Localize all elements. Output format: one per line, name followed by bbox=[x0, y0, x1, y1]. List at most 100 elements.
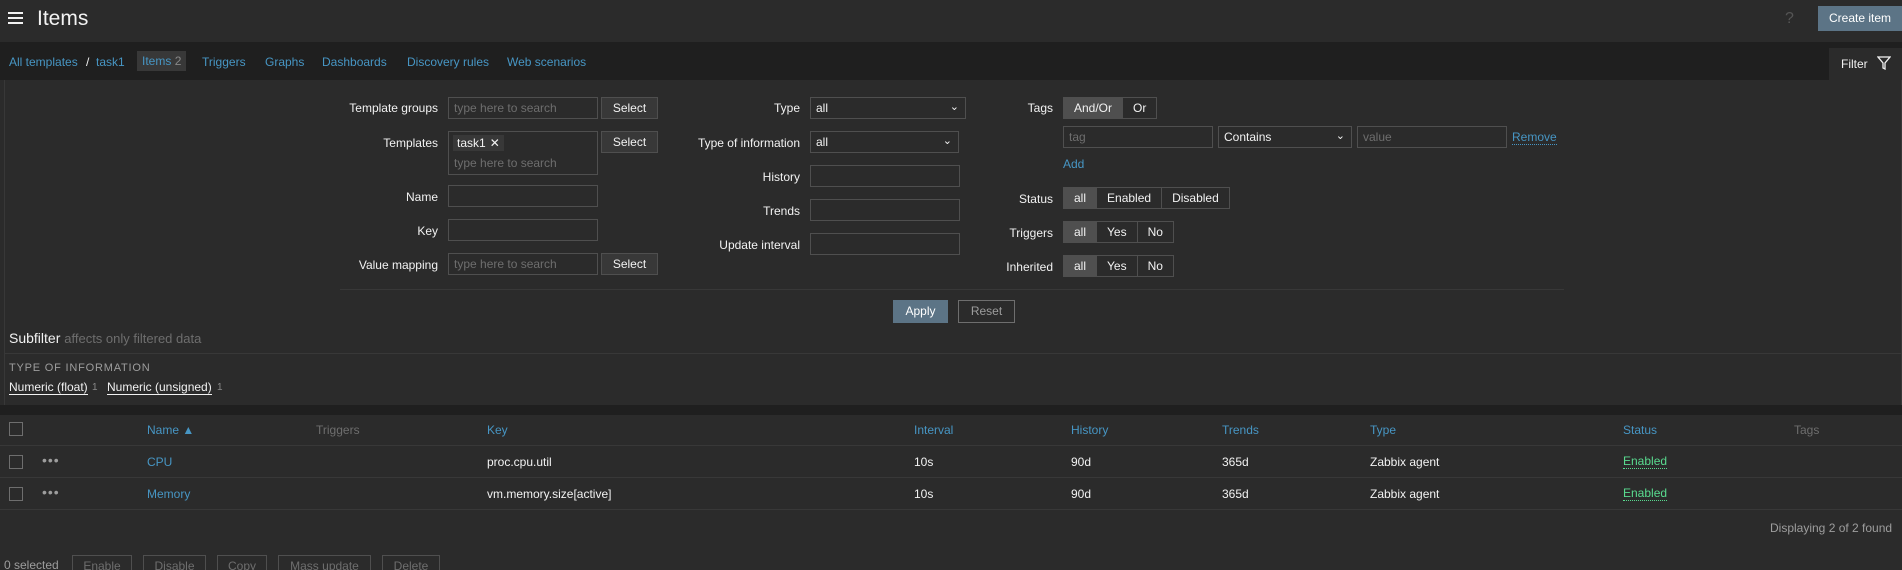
subfilter-title: Subfilter bbox=[9, 330, 61, 346]
tags-label: Tags bbox=[1027, 101, 1053, 115]
more-actions-icon[interactable]: ••• bbox=[42, 484, 60, 500]
type-of-information-value: all bbox=[816, 135, 829, 149]
mass-update-button[interactable]: Mass update bbox=[278, 555, 371, 570]
column-header-key[interactable]: Key bbox=[487, 423, 508, 437]
column-header-tags: Tags bbox=[1794, 423, 1820, 437]
item-status-toggle[interactable]: Enabled bbox=[1623, 455, 1668, 469]
type-of-information-select[interactable]: all ⌄ bbox=[810, 131, 959, 153]
name-input[interactable] bbox=[448, 185, 598, 207]
tag-operator-select[interactable]: Contains ⌄ bbox=[1218, 126, 1352, 148]
templates-multiselect[interactable]: task1 ✕ type here to search bbox=[448, 131, 598, 175]
chevron-down-icon: ⌄ bbox=[942, 135, 952, 147]
item-trends: 365d bbox=[1222, 487, 1249, 501]
tab-discovery-rules[interactable]: Discovery rules bbox=[407, 55, 489, 69]
key-input[interactable] bbox=[448, 219, 598, 241]
column-header-name[interactable]: Name ▲ bbox=[147, 423, 194, 437]
tag-value-input[interactable]: value bbox=[1357, 126, 1507, 148]
type-of-information-label: Type of information bbox=[697, 136, 800, 150]
name-label: Name bbox=[405, 190, 438, 204]
status-disabled-option[interactable]: Disabled bbox=[1162, 188, 1229, 208]
reset-button[interactable]: Reset bbox=[958, 300, 1015, 323]
remove-chip-icon[interactable]: ✕ bbox=[490, 136, 500, 150]
inherited-yes-option[interactable]: Yes bbox=[1097, 256, 1138, 276]
add-tag-link[interactable]: Add bbox=[1063, 157, 1084, 171]
help-icon[interactable]: ? bbox=[1785, 10, 1794, 28]
more-actions-icon[interactable]: ••• bbox=[42, 452, 60, 468]
filter-icon bbox=[1877, 56, 1891, 70]
tab-items-count: 2 bbox=[174, 54, 182, 68]
apply-button[interactable]: Apply bbox=[893, 300, 948, 323]
item-name-link[interactable]: CPU bbox=[147, 455, 172, 469]
type-select-value: all bbox=[816, 101, 829, 115]
remove-tag-link[interactable]: Remove bbox=[1512, 131, 1557, 145]
inherited-label: Inherited bbox=[1006, 260, 1053, 274]
history-input[interactable] bbox=[810, 165, 960, 187]
chevron-down-icon: ⌄ bbox=[949, 101, 959, 113]
tags-or-option[interactable]: Or bbox=[1123, 98, 1156, 118]
item-name-link[interactable]: Memory bbox=[147, 487, 190, 501]
row-divider bbox=[0, 509, 1902, 510]
create-item-button[interactable]: Create item bbox=[1818, 6, 1902, 31]
item-key: proc.cpu.util bbox=[487, 455, 552, 469]
triggers-yes-option[interactable]: Yes bbox=[1097, 222, 1138, 242]
tab-graphs[interactable]: Graphs bbox=[265, 55, 304, 69]
triggers-all-option[interactable]: all bbox=[1064, 222, 1098, 242]
tags-andor-option[interactable]: And/Or bbox=[1064, 98, 1124, 118]
value-mapping-select-button[interactable]: Select bbox=[601, 253, 658, 275]
column-header-type[interactable]: Type bbox=[1370, 423, 1396, 437]
item-interval: 10s bbox=[914, 487, 934, 501]
value-mapping-input[interactable]: type here to search bbox=[448, 253, 598, 275]
template-groups-label: Template groups bbox=[349, 101, 438, 115]
template-chip[interactable]: task1 ✕ bbox=[453, 135, 504, 151]
template-nav: All templates / task1 Items 2 Triggers G… bbox=[0, 42, 1902, 80]
menu-icon[interactable] bbox=[8, 12, 23, 25]
update-interval-input[interactable] bbox=[810, 233, 960, 255]
inherited-toggle: all Yes No bbox=[1063, 255, 1174, 277]
subfilter-note: affects only filtered data bbox=[64, 331, 202, 346]
subfilter-numeric-float[interactable]: Numeric (float) bbox=[9, 380, 88, 395]
select-all-checkbox[interactable] bbox=[9, 422, 23, 436]
inherited-no-option[interactable]: No bbox=[1138, 256, 1173, 276]
column-header-status[interactable]: Status bbox=[1623, 423, 1657, 437]
disable-button[interactable]: Disable bbox=[143, 555, 206, 570]
tab-dashboards[interactable]: Dashboards bbox=[322, 55, 387, 69]
row-checkbox[interactable] bbox=[9, 487, 23, 501]
row-divider bbox=[0, 477, 1902, 478]
type-select[interactable]: all ⌄ bbox=[810, 97, 966, 119]
breadcrumb-all-templates[interactable]: All templates bbox=[9, 55, 78, 69]
history-label: History bbox=[762, 170, 800, 184]
copy-button[interactable]: Copy bbox=[217, 555, 267, 570]
status-all-option[interactable]: all bbox=[1064, 188, 1098, 208]
header-divider bbox=[0, 445, 1902, 446]
row-checkbox[interactable] bbox=[9, 455, 23, 469]
triggers-no-option[interactable]: No bbox=[1138, 222, 1173, 242]
breadcrumb-template[interactable]: task1 bbox=[96, 55, 125, 69]
subfilter-section-label: TYPE OF INFORMATION bbox=[9, 362, 151, 374]
inherited-all-option[interactable]: all bbox=[1064, 256, 1098, 276]
tags-evaltype-toggle: And/Or Or bbox=[1063, 97, 1158, 119]
item-status-toggle[interactable]: Enabled bbox=[1623, 487, 1668, 501]
trends-input[interactable] bbox=[810, 199, 960, 221]
column-header-history[interactable]: History bbox=[1071, 423, 1108, 437]
column-header-trends[interactable]: Trends bbox=[1222, 423, 1259, 437]
tab-items[interactable]: Items 2 bbox=[137, 51, 187, 71]
item-interval: 10s bbox=[914, 455, 934, 469]
item-type: Zabbix agent bbox=[1370, 487, 1440, 501]
triggers-label: Triggers bbox=[1009, 226, 1053, 240]
enable-button[interactable]: Enable bbox=[72, 555, 132, 570]
column-header-interval[interactable]: Interval bbox=[914, 423, 953, 437]
tab-triggers[interactable]: Triggers bbox=[202, 55, 246, 69]
status-label: Status bbox=[1018, 192, 1053, 206]
template-groups-input[interactable]: type here to search bbox=[448, 97, 598, 119]
filter-tab[interactable]: Filter bbox=[1829, 48, 1902, 81]
tag-operator-value: Contains bbox=[1224, 130, 1272, 144]
tag-name-input[interactable]: tag bbox=[1063, 126, 1213, 148]
subfilter-numeric-unsigned[interactable]: Numeric (unsigned) bbox=[107, 380, 212, 395]
tab-web-scenarios[interactable]: Web scenarios bbox=[507, 55, 586, 69]
tab-items-label: Items bbox=[142, 54, 172, 68]
subfilter-count: 1 bbox=[217, 382, 223, 393]
delete-button[interactable]: Delete bbox=[382, 555, 440, 570]
selected-count: 0 selected bbox=[4, 558, 59, 570]
status-enabled-option[interactable]: Enabled bbox=[1097, 188, 1163, 208]
subfilter-count: 1 bbox=[92, 382, 98, 393]
